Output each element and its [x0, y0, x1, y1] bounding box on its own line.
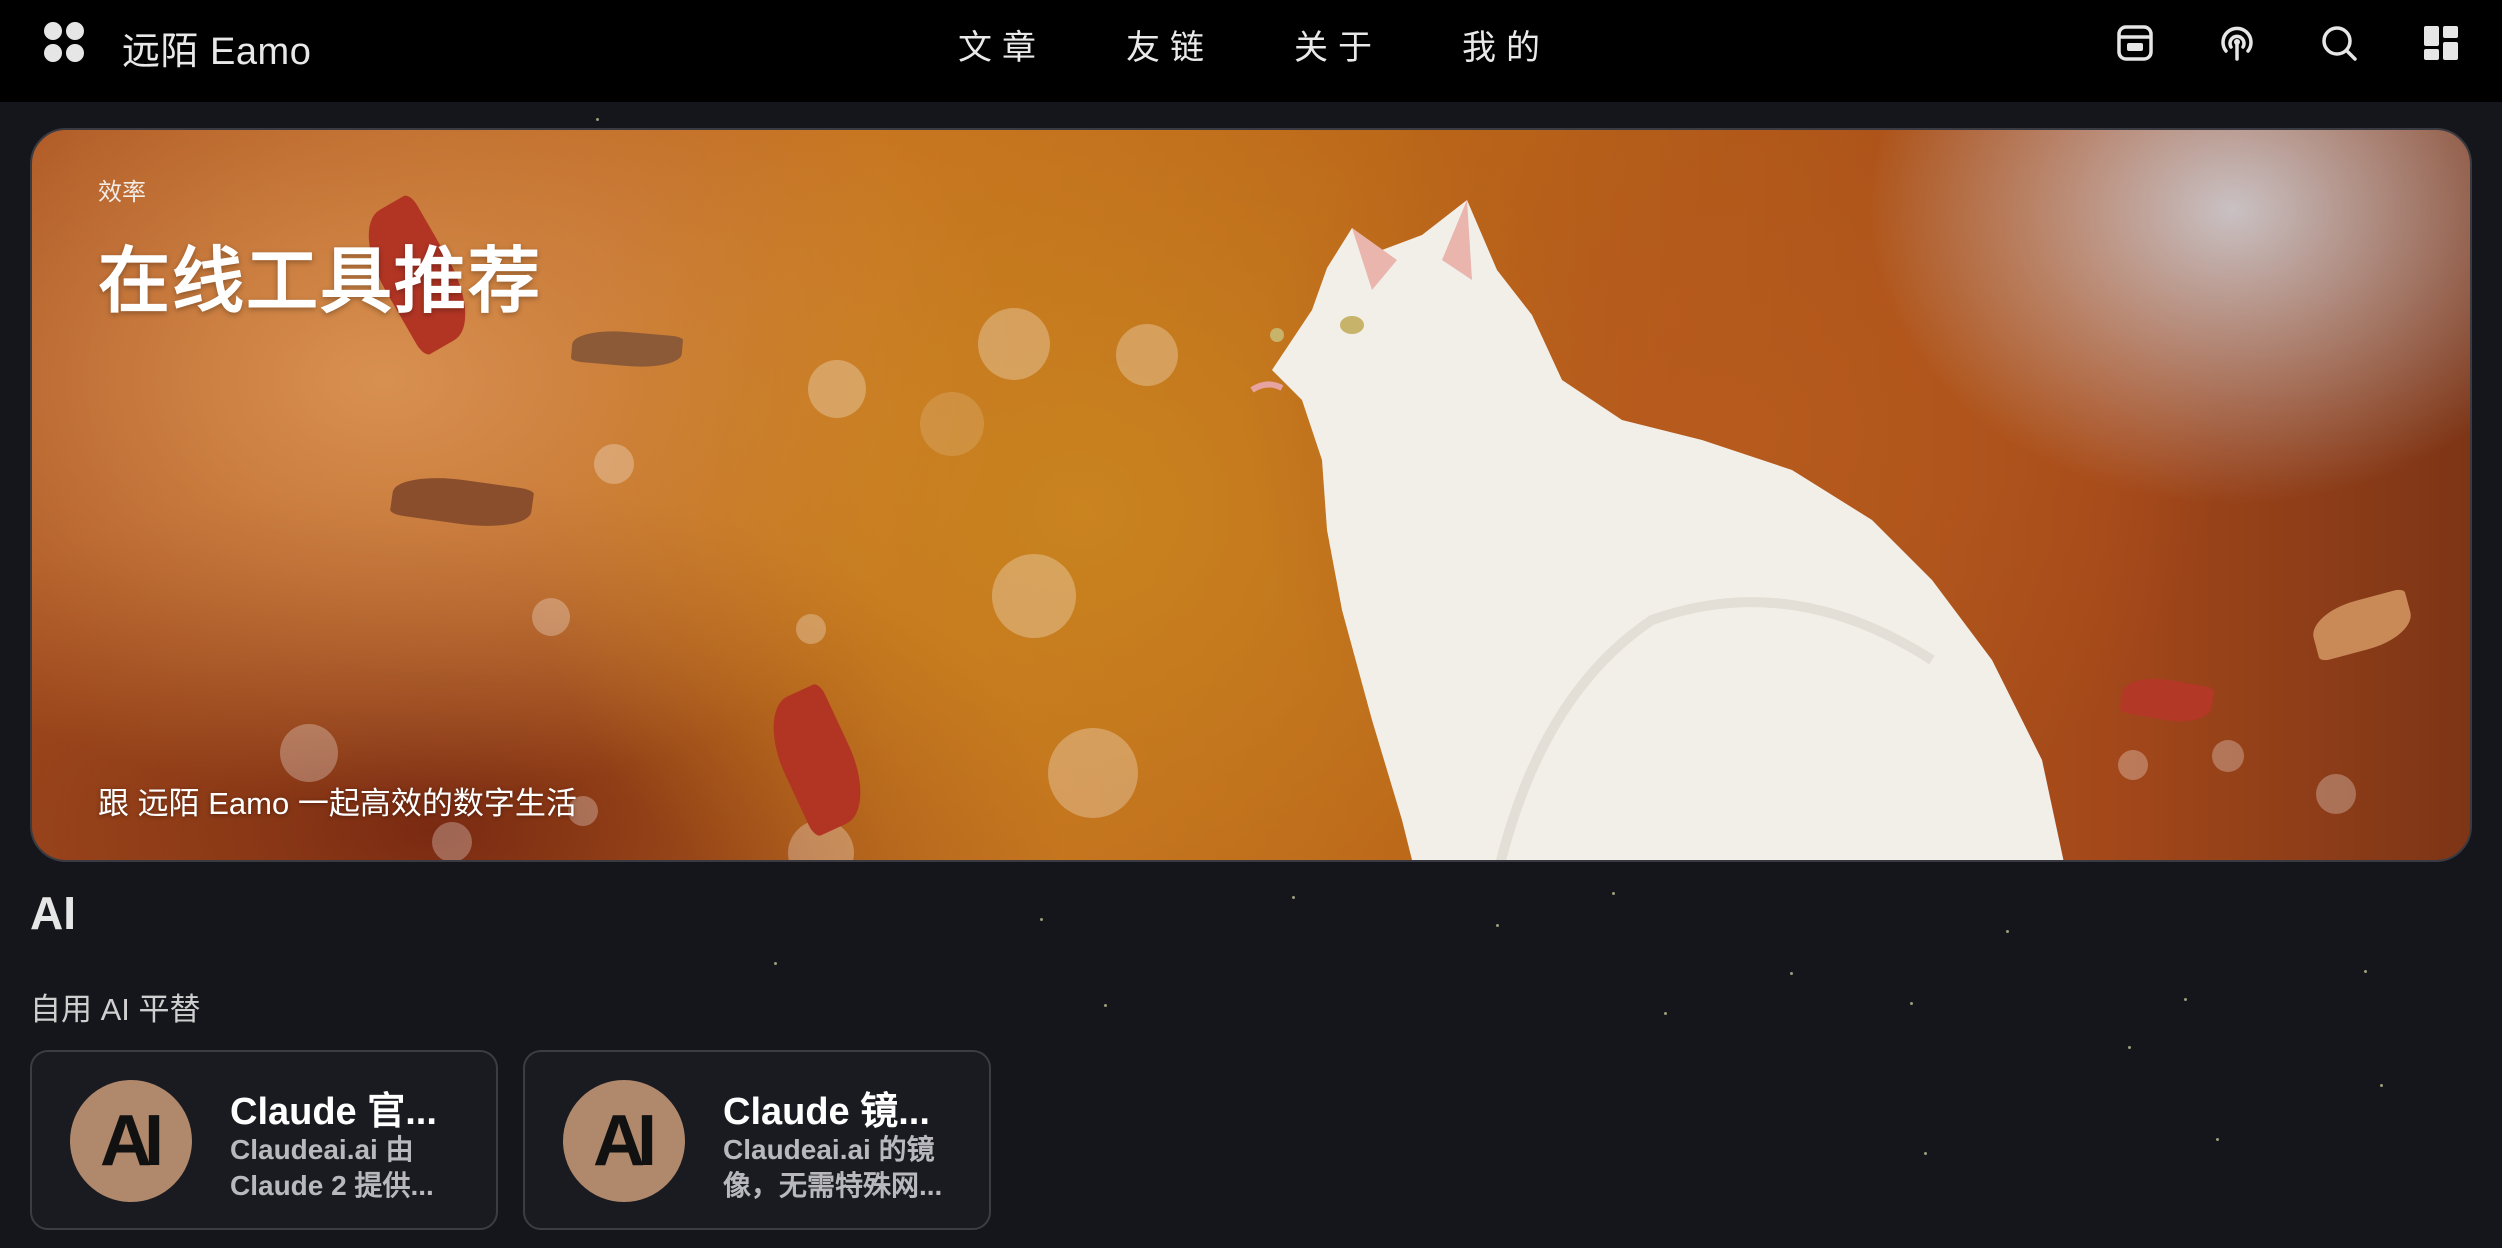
- app-grid-icon[interactable]: [44, 22, 86, 64]
- nav-item-articles[interactable]: 文章: [958, 20, 1126, 69]
- dashboard-icon[interactable]: [2420, 22, 2462, 64]
- card-title: Claude 镜...: [723, 1091, 930, 1133]
- section-title: AI: [30, 887, 76, 939]
- claude-logo-icon: AI: [563, 1080, 685, 1202]
- card-description: Claudeai.ai 的镜像，无需特殊网...: [723, 1134, 943, 1201]
- nav-item-friends[interactable]: 友链: [1126, 20, 1294, 69]
- podcast-icon[interactable]: [2216, 22, 2258, 64]
- nav-item-mine[interactable]: 我的: [1462, 20, 1630, 69]
- claude-logo-icon: AI: [70, 1080, 192, 1202]
- search-icon[interactable]: [2318, 22, 2360, 64]
- tool-card[interactable]: AI Claude 镜... Claudeai.ai 的镜像，无需特殊网...: [523, 1050, 991, 1230]
- main-nav: 文章 友链 关于 我的: [958, 20, 1630, 69]
- subscribe-icon[interactable]: [2114, 22, 2156, 64]
- tool-card[interactable]: AI Claude 官... Claudeai.ai 由 Claude 2 提供…: [30, 1050, 498, 1230]
- nav-icon-group: [2114, 22, 2462, 64]
- site-title[interactable]: 远陌 Eamo: [122, 20, 311, 75]
- cat-image: [1250, 200, 2064, 860]
- hero-title[interactable]: 在线工具推荐: [98, 222, 542, 327]
- hero-subtitle: 跟 远陌 Eamo 一起高效的数字生活: [98, 786, 577, 821]
- nav-item-about[interactable]: 关于: [1294, 20, 1462, 69]
- hero-category-tag[interactable]: 效率: [98, 172, 146, 207]
- card-description: Claudeai.ai 由 Claude 2 提供...: [230, 1134, 434, 1201]
- card-title: Claude 官...: [230, 1091, 437, 1133]
- section-subtitle: 自用 AI 平替: [30, 992, 201, 1027]
- hero-banner[interactable]: 效率 在线工具推荐 跟 远陌 Eamo 一起高效的数字生活: [30, 128, 2472, 862]
- top-navbar: 远陌 Eamo 文章 友链 关于 我的: [0, 0, 2502, 102]
